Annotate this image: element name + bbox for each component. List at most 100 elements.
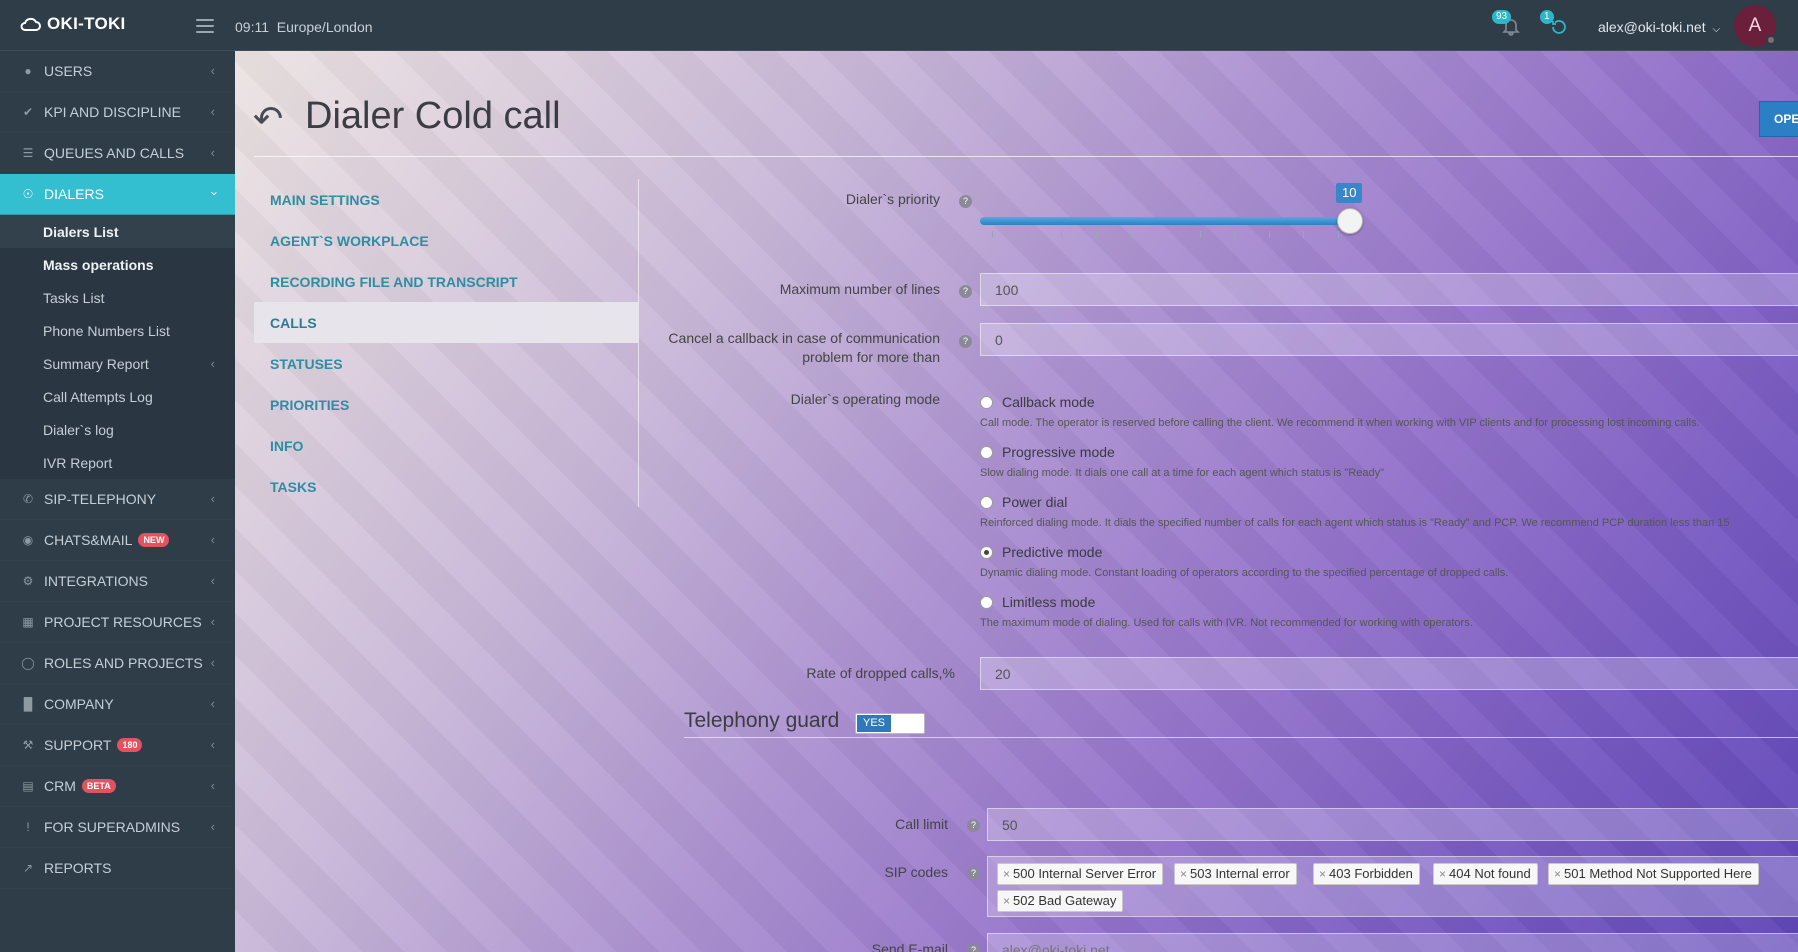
slider-tick [1165, 231, 1166, 238]
sip-code-tag[interactable]: × 502 Bad Gateway [997, 890, 1124, 912]
radio-button[interactable] [980, 395, 993, 409]
radio-button[interactable] [980, 445, 993, 459]
tasks-button[interactable]: 1 [1540, 10, 1572, 40]
help-icon[interactable]: ? [959, 195, 972, 208]
radio-label: Limitless mode [1002, 594, 1096, 610]
logo[interactable]: OKI-TOKI [19, 14, 126, 34]
radio-button[interactable] [980, 595, 993, 609]
subnav-call-attempts[interactable]: Call Attempts Log [0, 380, 235, 413]
call-limit-input[interactable]: 50 [987, 808, 1798, 841]
radio-description: Slow dialing mode. It dials one call at … [980, 467, 1385, 479]
sidebar-item-label: CRM [44, 778, 76, 794]
sidebar-item-sip[interactable]: ✆ SIP-TELEPHONY ‹ [0, 479, 235, 520]
sidebar-item-integrations[interactable]: ⚙ INTEGRATIONS ‹ [0, 561, 235, 602]
radio-progressive-mode[interactable]: Progressive mode [980, 444, 1115, 460]
menu-toggle-icon[interactable] [196, 19, 214, 33]
tab-agents-workplace[interactable]: AGENT`S WORKPLACE [254, 220, 638, 261]
sidebar-item-company[interactable]: █ COMPANY ‹ [0, 684, 235, 725]
subnav-mass-operations[interactable]: Mass operations [0, 248, 235, 281]
back-arrow-icon[interactable]: ↶ [253, 101, 283, 137]
tab-priorities[interactable]: PRIORITIES [254, 384, 638, 425]
chevron-down-icon: ‹ [205, 191, 221, 196]
send-email-input[interactable] [987, 933, 1798, 952]
sip-code-tag[interactable]: × 403 Forbidden [1313, 863, 1420, 885]
avatar[interactable]: A [1734, 5, 1776, 47]
help-icon[interactable]: ? [959, 335, 972, 348]
subnav-tasks-list[interactable]: Tasks List [0, 281, 235, 314]
cogs-icon: ⚙ [22, 574, 34, 588]
radio-description: The maximum mode of dialing. Used for ca… [980, 617, 1473, 629]
call-limit-label: Call limit [895, 816, 948, 832]
subnav-summary-report[interactable]: Summary Report ‹ [0, 347, 235, 380]
support-count-badge: 180 [117, 738, 143, 752]
help-icon[interactable]: ? [967, 867, 980, 880]
dropped-rate-input[interactable]: 20 [980, 657, 1798, 690]
tab-recording[interactable]: RECORDING FILE AND TRANSCRIPT [254, 261, 638, 302]
radio-predictive-mode[interactable]: Predictive mode [980, 544, 1102, 560]
sidebar-item-queues[interactable]: ☰ QUEUES AND CALLS ‹ [0, 133, 235, 174]
subnav-dialers-list[interactable]: Dialers List [0, 215, 235, 248]
remove-tag-icon[interactable]: × [1003, 894, 1010, 908]
sidebar-item-roles[interactable]: ◯ ROLES AND PROJECTS ‹ [0, 643, 235, 684]
sidebar-item-chats[interactable]: ◉ CHATS&MAIL NEW ‹ [0, 520, 235, 561]
slider-handle[interactable] [1337, 208, 1363, 234]
radio-power-dial[interactable]: Power dial [980, 494, 1067, 510]
priority-label: Dialer`s priority [845, 191, 940, 207]
radio-callback-mode[interactable]: Callback mode [980, 394, 1095, 410]
sidebar-item-kpi[interactable]: ✔ KPI AND DISCIPLINE ‹ [0, 92, 235, 133]
slider-tick [1268, 231, 1270, 238]
chevron-left-icon: ‹ [210, 63, 215, 78]
slider-tick [1026, 231, 1028, 238]
tag-label: 502 Bad Gateway [1013, 893, 1117, 908]
radio-button-selected[interactable] [980, 545, 993, 559]
sip-code-tag[interactable]: × 503 Internal error [1174, 863, 1297, 885]
clock: 09:11 Europe/London [235, 19, 373, 35]
subnav-dialers-log[interactable]: Dialer`s log [0, 413, 235, 446]
status-dot [1766, 35, 1776, 45]
dialer-icon: ☉ [22, 187, 34, 201]
sidebar-item-reports[interactable]: ↗ REPORTS [0, 848, 235, 889]
max-lines-label: Maximum number of lines [779, 281, 940, 297]
sip-codes-input[interactable]: × 500 Internal Server Error × 503 Internal… [987, 856, 1798, 917]
sidebar-item-users[interactable]: ● USERS ‹ [0, 51, 235, 92]
help-icon[interactable]: ? [967, 819, 980, 832]
sip-code-tag[interactable]: × 500 Internal Server Error [997, 863, 1164, 885]
subnav-ivr-report[interactable]: IVR Report [0, 446, 235, 479]
tab-info[interactable]: INFO [254, 425, 638, 466]
chat-icon: ◉ [22, 533, 34, 547]
remove-tag-icon[interactable]: × [1180, 867, 1187, 881]
clock-timezone: Europe/London [276, 19, 373, 35]
radio-label: Power dial [1002, 494, 1068, 510]
help-icon[interactable]: ? [959, 285, 972, 298]
remove-tag-icon[interactable]: × [1003, 867, 1010, 881]
remove-tag-icon[interactable]: × [1439, 867, 1446, 881]
remove-tag-icon[interactable]: × [1319, 867, 1326, 881]
sidebar-item-project-resources[interactable]: ▦ PROJECT RESOURCES ‹ [0, 602, 235, 643]
remove-tag-icon[interactable]: × [1554, 867, 1561, 881]
sidebar-item-support[interactable]: ⚒ SUPPORT 180 ‹ [0, 725, 235, 766]
sidebar-item-label: INTEGRATIONS [44, 573, 148, 589]
telephony-guard-toggle[interactable]: YES [855, 713, 925, 734]
radio-limitless-mode[interactable]: Limitless mode [980, 594, 1095, 610]
sip-code-tag[interactable]: × 404 Not found [1433, 863, 1538, 885]
sidebar-item-superadmins[interactable]: ! FOR SUPERADMINS ‹ [0, 807, 235, 848]
tab-main-settings[interactable]: MAIN SETTINGS [254, 179, 638, 220]
sidebar-item-crm[interactable]: ▤ CRM BETA ‹ [0, 766, 235, 807]
notifications-button[interactable]: 93 [1492, 10, 1524, 40]
open-button[interactable]: OPE [1759, 101, 1798, 137]
chevron-left-icon: ‹ [210, 819, 215, 834]
cancel-callback-input[interactable]: 0 [980, 323, 1798, 356]
avatar-letter: A [1748, 15, 1762, 36]
radio-button[interactable] [980, 495, 993, 509]
max-lines-input[interactable]: 100 [980, 273, 1798, 306]
sidebar-item-label: DIALERS [44, 186, 104, 202]
tag-label: 403 Forbidden [1329, 866, 1413, 881]
subnav-phone-numbers[interactable]: Phone Numbers List [0, 314, 235, 347]
help-icon[interactable]: ? [967, 944, 980, 952]
tag-label: 503 Internal error [1190, 866, 1290, 881]
slider-tick [1199, 231, 1201, 238]
tab-tasks[interactable]: TASKS [254, 466, 638, 507]
user-menu[interactable]: alex@oki-toki.net ⌵ [1598, 19, 1720, 35]
sidebar-item-dialers[interactable]: ☉ DIALERS ‹ [0, 174, 235, 215]
sip-code-tag[interactable]: × 501 Method Not Supported Here [1548, 863, 1759, 885]
